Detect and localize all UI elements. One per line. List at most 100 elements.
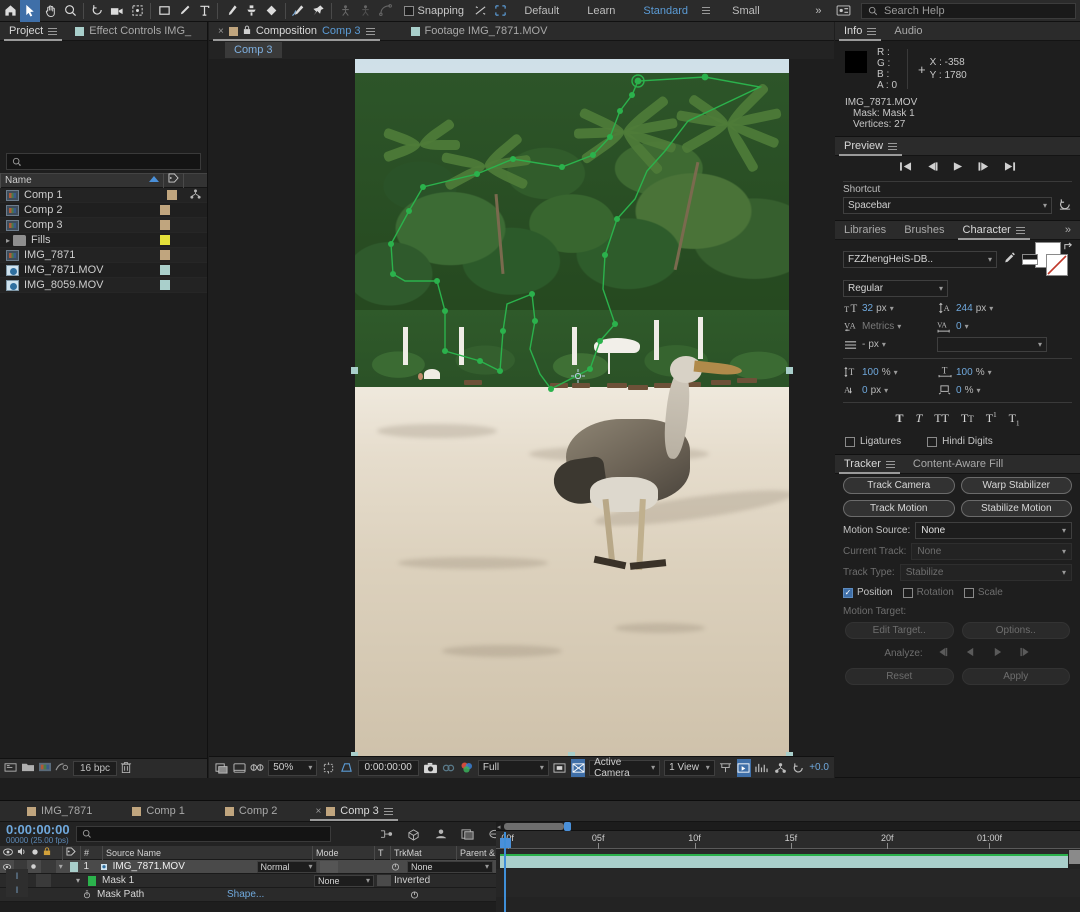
mask-track-row[interactable] <box>496 869 1080 883</box>
timeline-icon[interactable] <box>755 759 769 777</box>
tab-tracker[interactable]: Tracker <box>835 455 904 474</box>
chevron-down-icon[interactable]: ▾ <box>989 304 993 313</box>
tab-comp3[interactable]: × Comp 3 <box>306 802 401 821</box>
draft-3d-icon[interactable] <box>404 824 425 844</box>
clone-stamp-tool[interactable] <box>241 0 261 22</box>
layer-duration-bar[interactable] <box>500 855 1068 868</box>
mask-mode-select[interactable]: None ▾ <box>311 874 377 888</box>
roto-brush-tool[interactable] <box>288 0 308 22</box>
character-tab-overflow[interactable]: » <box>1056 221 1080 240</box>
type-tool[interactable] <box>194 0 214 22</box>
info-menu-icon[interactable] <box>867 26 876 37</box>
disclosure-triangle-icon[interactable]: ▸ <box>6 236 11 245</box>
tracker-menu-icon[interactable] <box>886 459 895 470</box>
tab-preview[interactable]: Preview <box>835 137 906 156</box>
track-motion-button[interactable]: Track Motion <box>843 500 955 517</box>
camera-tool[interactable] <box>107 0 127 22</box>
pixel-aspect-correction-icon[interactable] <box>719 759 733 777</box>
chevron-down-icon[interactable]: ▾ <box>976 386 980 395</box>
region-of-interest-icon[interactable] <box>321 759 335 777</box>
pan-behind-tool[interactable] <box>127 0 147 22</box>
composition-mini-flowchart-icon[interactable] <box>377 824 398 844</box>
hand-tool[interactable] <box>40 0 60 22</box>
next-frame-icon[interactable] <box>977 161 991 175</box>
resolution-select[interactable]: Full ▾ <box>478 760 549 776</box>
search-help-field[interactable]: Search Help <box>861 3 1076 19</box>
show-snapshot-icon[interactable] <box>442 759 456 777</box>
view-count-select[interactable]: 1 View ▾ <box>664 760 715 776</box>
workspace-default[interactable]: Default <box>510 0 573 22</box>
source-name-column-header[interactable]: Source Name <box>102 846 312 860</box>
sort-arrow-icon[interactable] <box>145 173 163 188</box>
character-menu-icon[interactable] <box>1016 225 1025 236</box>
new-comp-icon[interactable] <box>38 761 52 776</box>
vertical-scale-field[interactable]: T 100 % ▾ <box>843 365 931 379</box>
timeline-ruler-area[interactable]: ◂ 00f 05f 10f 15f 20f 01:00f I I <box>496 822 1080 912</box>
selection-tool[interactable] <box>20 0 40 22</box>
composition-menu-icon[interactable] <box>366 26 375 37</box>
toggle-view-layout-icon[interactable] <box>571 759 585 777</box>
subtab-comp3[interactable]: Comp 3 <box>225 42 282 58</box>
scroll-left-icon[interactable]: ◂ <box>497 823 501 831</box>
folder-icon[interactable] <box>21 761 35 776</box>
fill-stroke-swatches[interactable] <box>1022 242 1072 276</box>
chevron-down-icon[interactable]: ▾ <box>884 386 888 395</box>
chevron-down-icon[interactable]: ▾ <box>897 322 901 331</box>
warp-stabilizer-button[interactable]: Warp Stabilizer <box>961 477 1073 494</box>
hindi-digits-control[interactable]: Hindi Digits <box>927 436 993 447</box>
toggle-mask-icon[interactable] <box>232 759 246 777</box>
label-swatch[interactable] <box>160 235 170 245</box>
timeline-menu-icon[interactable] <box>384 806 393 817</box>
mask-disclosure-icon[interactable]: ▾ <box>73 874 85 888</box>
mask-color-swatch[interactable] <box>85 874 99 888</box>
all-caps-icon[interactable]: TT <box>934 411 949 427</box>
tsume-field[interactable]: 0 % ▾ <box>937 383 1025 397</box>
last-frame-icon[interactable] <box>1003 161 1017 175</box>
tab-audio[interactable]: Audio <box>885 22 931 41</box>
label-swatch[interactable] <box>160 205 170 215</box>
delete-icon[interactable] <box>120 761 132 777</box>
puppet-bend-tool[interactable] <box>375 0 395 22</box>
comp-handle-left[interactable] <box>351 367 358 374</box>
reset-exposure-icon[interactable] <box>791 759 805 777</box>
superscript-icon[interactable]: T1 <box>986 411 997 427</box>
tab-content-aware-fill[interactable]: Content-Aware Fill <box>904 455 1012 474</box>
layer-label-swatch[interactable] <box>67 860 81 874</box>
search-toggle-icon[interactable] <box>832 0 856 22</box>
brush-tool[interactable] <box>221 0 241 22</box>
puppet-pin-tool[interactable] <box>308 0 328 22</box>
project-menu-icon[interactable] <box>48 26 57 37</box>
frame-blending-icon[interactable] <box>458 824 479 844</box>
label-swatch[interactable] <box>160 265 170 275</box>
label-column-icon[interactable] <box>163 173 183 188</box>
label-swatch[interactable] <box>167 190 177 200</box>
label-swatch[interactable] <box>160 220 170 230</box>
workspace-overflow[interactable]: » <box>805 0 831 22</box>
list-item[interactable]: ▸ Fills <box>0 233 207 248</box>
timeline-zoom-scrollbar[interactable]: ◂ <box>496 822 1080 831</box>
mask-path-shape-value[interactable]: Shape... <box>224 888 346 902</box>
pen-tool[interactable] <box>174 0 194 22</box>
t-column-header[interactable]: T <box>374 846 390 860</box>
snapping-checkbox[interactable] <box>404 6 414 16</box>
take-snapshot-icon[interactable] <box>423 759 438 777</box>
workspace-menu-icon[interactable] <box>702 5 710 16</box>
font-size-field[interactable]: TT 32 px ▾ <box>843 301 931 315</box>
column-name[interactable]: Name <box>0 173 145 188</box>
bit-depth-label[interactable]: 16 bpc <box>73 761 117 776</box>
current-time-display[interactable]: 0:00:00:00 <box>358 760 419 776</box>
chevron-down-icon[interactable]: ▾ <box>882 340 886 349</box>
anchor-point-icon[interactable] <box>571 369 585 383</box>
tab-composition-comp3[interactable]: × Composition Comp 3 <box>209 22 384 41</box>
close-icon[interactable]: × <box>315 806 321 817</box>
chevron-down-icon[interactable]: ▾ <box>894 368 898 377</box>
label-column-header[interactable] <box>62 846 80 860</box>
stroke-width-field[interactable]: - px ▾ <box>843 338 931 352</box>
faux-italic-icon[interactable]: T <box>916 411 923 427</box>
align-icon[interactable] <box>470 0 490 22</box>
grid-icon[interactable] <box>490 0 510 22</box>
channel-icon[interactable] <box>460 759 474 777</box>
mode-column-header[interactable]: Mode <box>312 846 374 860</box>
mask-toggle-cell[interactable] <box>36 874 51 887</box>
previous-frame-icon[interactable] <box>925 161 939 175</box>
